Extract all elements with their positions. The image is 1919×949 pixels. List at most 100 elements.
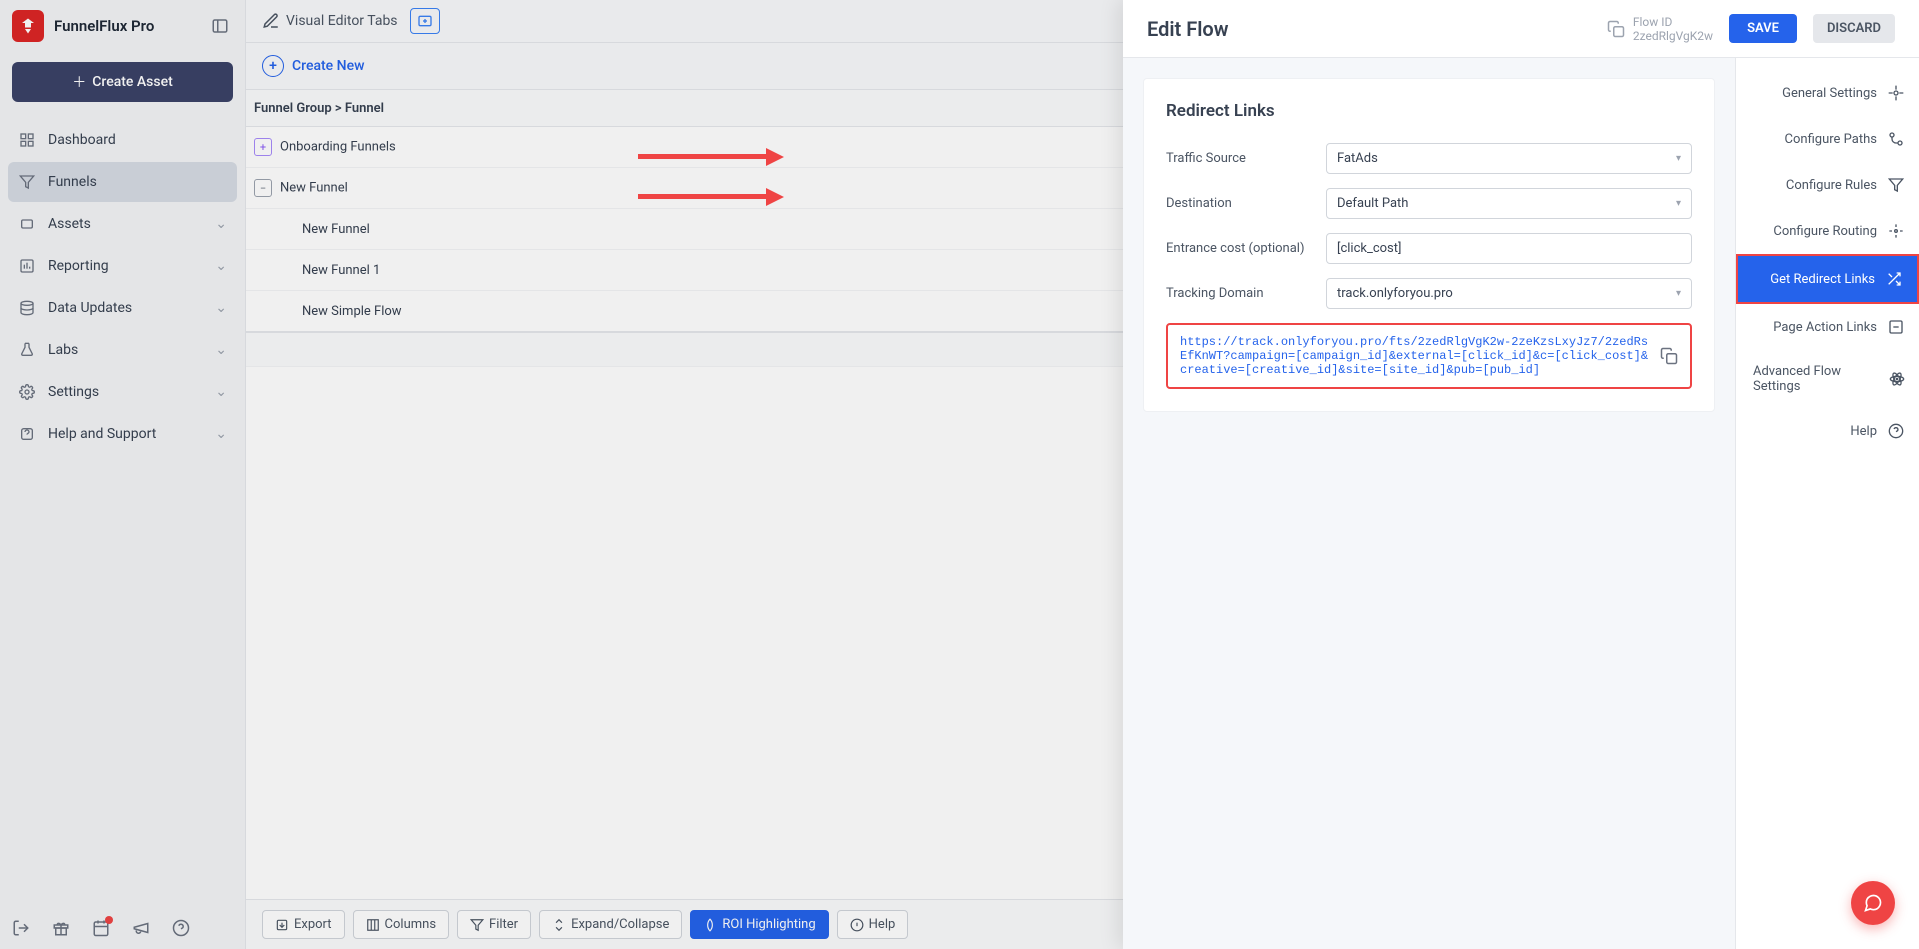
chevron-down-icon: ⌄ xyxy=(215,300,227,316)
add-tab-button[interactable] xyxy=(410,8,440,34)
sidebar-collapse-icon[interactable] xyxy=(207,13,233,39)
nav-data-updates[interactable]: Data Updates ⌄ xyxy=(8,288,237,328)
panel-content: Redirect Links Traffic Source FatAds▾ De… xyxy=(1123,58,1735,949)
filter-button[interactable]: Filter xyxy=(457,910,531,939)
side-help[interactable]: Help xyxy=(1736,408,1919,454)
nav-label: Data Updates xyxy=(48,300,132,316)
export-label: Export xyxy=(294,917,332,932)
grid-icon xyxy=(18,131,36,149)
panel-body: Redirect Links Traffic Source FatAds▾ De… xyxy=(1123,58,1919,949)
flow-id-display: Flow ID 2zedRlgVgK2w xyxy=(1607,15,1713,43)
help-button[interactable]: Help xyxy=(837,910,909,939)
visual-editor-tabs[interactable]: Visual Editor Tabs xyxy=(262,12,398,30)
create-asset-button[interactable]: ＋ Create Asset xyxy=(12,62,233,102)
nav-assets[interactable]: Assets ⌄ xyxy=(8,204,237,244)
traffic-source-select[interactable]: FatAds▾ xyxy=(1326,143,1692,174)
nav-list: Dashboard Funnels Assets ⌄ Reporting ⌄ D… xyxy=(0,120,245,456)
chart-icon xyxy=(18,257,36,275)
copy-icon[interactable] xyxy=(1660,347,1678,365)
side-label: Configure Rules xyxy=(1786,178,1877,193)
export-button[interactable]: Export xyxy=(262,910,345,939)
layers-icon xyxy=(18,215,36,233)
edit-flow-panel: Edit Flow Flow ID 2zedRlgVgK2w SAVE DISC… xyxy=(1123,0,1919,949)
create-new-button[interactable]: + Create New xyxy=(262,55,364,77)
side-label: Get Redirect Links xyxy=(1770,272,1875,287)
side-label: General Settings xyxy=(1782,86,1877,101)
entrance-cost-label: Entrance cost (optional) xyxy=(1166,241,1310,256)
collapse-icon[interactable]: − xyxy=(254,179,272,197)
nav-label: Labs xyxy=(48,342,78,358)
panel-header: Edit Flow Flow ID 2zedRlgVgK2w SAVE DISC… xyxy=(1123,0,1919,58)
nav-help[interactable]: Help and Support ⌄ xyxy=(8,414,237,454)
tracking-domain-value: track.onlyforyou.pro xyxy=(1337,286,1453,301)
discard-button[interactable]: DISCARD xyxy=(1813,14,1895,43)
help-icon xyxy=(18,425,36,443)
chevron-down-icon: ▾ xyxy=(1676,153,1681,164)
side-advanced-flow[interactable]: Advanced Flow Settings xyxy=(1736,350,1919,408)
chevron-down-icon: ⌄ xyxy=(215,258,227,274)
redirect-url[interactable]: https://track.onlyforyou.pro/fts/2zedRlg… xyxy=(1180,335,1650,377)
side-configure-paths[interactable]: Configure Paths xyxy=(1736,116,1919,162)
columns-label: Columns xyxy=(385,917,437,932)
funnel-icon xyxy=(1887,176,1905,194)
chevron-down-icon: ▾ xyxy=(1676,198,1681,209)
row-name: Onboarding Funnels xyxy=(280,140,396,155)
gear-icon xyxy=(1887,84,1905,102)
chevron-down-icon: ⌄ xyxy=(215,426,227,442)
question-icon xyxy=(1887,422,1905,440)
calendar-icon[interactable] xyxy=(92,919,110,937)
nav-label: Help and Support xyxy=(48,426,156,442)
funnel-icon xyxy=(18,173,36,191)
chat-fab[interactable] xyxy=(1851,881,1895,925)
nav-dashboard[interactable]: Dashboard xyxy=(8,120,237,160)
routing-icon xyxy=(1887,222,1905,240)
redirect-links-card: Redirect Links Traffic Source FatAds▾ De… xyxy=(1143,78,1715,412)
help-label: Help xyxy=(869,917,896,932)
redirect-url-box: https://track.onlyforyou.pro/fts/2zedRlg… xyxy=(1166,323,1692,389)
sidebar-header: FunnelFlux Pro xyxy=(0,0,245,52)
entrance-cost-input[interactable]: [click_cost] xyxy=(1326,233,1692,264)
save-button[interactable]: SAVE xyxy=(1729,14,1797,43)
nav-reporting[interactable]: Reporting ⌄ xyxy=(8,246,237,286)
shuffle-icon xyxy=(1885,270,1903,288)
side-label: Configure Routing xyxy=(1773,224,1877,239)
side-get-redirect-links[interactable]: Get Redirect Links xyxy=(1736,254,1919,304)
expand-collapse-button[interactable]: Expand/Collapse xyxy=(539,910,682,939)
nav-label: Reporting xyxy=(48,258,109,274)
plus-icon: ＋ xyxy=(72,72,86,92)
nav-labs[interactable]: Labs ⌄ xyxy=(8,330,237,370)
roi-label: ROI Highlighting xyxy=(722,917,815,932)
columns-button[interactable]: Columns xyxy=(353,910,450,939)
side-general-settings[interactable]: General Settings xyxy=(1736,70,1919,116)
card-title: Redirect Links xyxy=(1166,101,1692,121)
nav-label: Funnels xyxy=(48,174,97,190)
app-logo xyxy=(12,10,44,42)
expand-icon[interactable]: + xyxy=(254,138,272,156)
flow-id-value: 2zedRlgVgK2w xyxy=(1633,29,1713,43)
side-page-action-links[interactable]: Page Action Links xyxy=(1736,304,1919,350)
side-configure-rules[interactable]: Configure Rules xyxy=(1736,162,1919,208)
create-new-label: Create New xyxy=(292,58,364,74)
tracking-domain-select[interactable]: track.onlyforyou.pro ▾ xyxy=(1326,278,1692,309)
question-icon[interactable] xyxy=(172,919,190,937)
traffic-source-label: Traffic Source xyxy=(1166,151,1310,166)
chevron-down-icon: ⌄ xyxy=(215,384,227,400)
side-label: Page Action Links xyxy=(1773,320,1877,335)
nav-funnels[interactable]: Funnels xyxy=(8,162,237,202)
filter-label: Filter xyxy=(489,917,518,932)
nav-settings[interactable]: Settings ⌄ xyxy=(8,372,237,412)
destination-select[interactable]: Default Path▾ xyxy=(1326,188,1692,219)
row-name: New Simple Flow xyxy=(302,304,402,319)
gift-icon[interactable] xyxy=(52,919,70,937)
chevron-down-icon: ▾ xyxy=(1676,288,1681,299)
side-configure-routing[interactable]: Configure Routing xyxy=(1736,208,1919,254)
panel-side-nav: General Settings Configure Paths Configu… xyxy=(1735,58,1919,949)
nav-label: Dashboard xyxy=(48,132,116,148)
flask-icon xyxy=(18,341,36,359)
logout-icon[interactable] xyxy=(12,919,30,937)
roi-highlight-button[interactable]: ROI Highlighting xyxy=(690,910,828,939)
paths-icon xyxy=(1887,130,1905,148)
side-label: Advanced Flow Settings xyxy=(1753,364,1879,394)
megaphone-icon[interactable] xyxy=(132,919,150,937)
left-sidebar: FunnelFlux Pro ＋ Create Asset Dashboard … xyxy=(0,0,246,949)
